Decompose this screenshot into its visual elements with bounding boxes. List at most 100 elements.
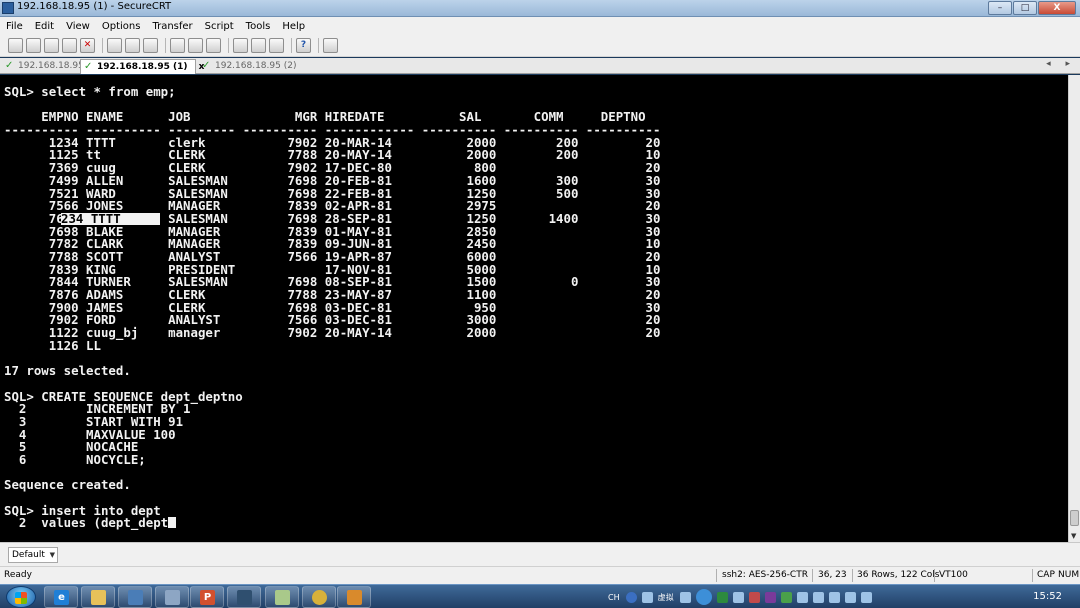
status-bar: Ready ssh2: AES-256-CTR 36, 23 36 Rows, … [0,566,1080,584]
input-method-icon[interactable] [641,591,653,603]
disconnect-icon[interactable]: ✕ [80,38,95,53]
status-divider [812,569,813,582]
clock: 15:52 [1033,591,1062,602]
vertical-scrollbar[interactable]: ▼ [1068,75,1080,542]
session-tab-bar: ✓ 192.168.18.95 ✓ 192.168.18.95 (1) x ✓ … [0,58,1080,74]
status-divider [1032,569,1033,582]
menu-options[interactable]: Options [102,21,141,32]
tab-session-3[interactable]: ✓ 192.168.18.95 (2) [199,59,296,74]
print-selection-icon[interactable] [188,38,203,53]
status-divider [852,569,853,582]
tray-text: 虚拟 [657,592,674,602]
securecrt-app-icon[interactable] [2,2,14,14]
tray-app-icon[interactable] [679,591,691,603]
media-icon[interactable] [118,586,152,608]
tab-label: 192.168.18.95 (2) [215,61,297,71]
power-icon[interactable] [860,591,872,603]
tray-app-icon-3[interactable] [812,591,824,603]
windows-logo-icon [15,592,27,604]
copy-icon[interactable] [107,38,122,53]
tab-session-1[interactable]: ✓ 192.168.18.95 [2,59,84,74]
paste-icon[interactable] [125,38,140,53]
status-caps: CAP [1037,570,1055,580]
toolbar-separator [291,38,292,53]
quick-connect-icon[interactable] [26,38,41,53]
security-icon[interactable] [780,591,792,603]
menu-help[interactable]: Help [282,21,305,32]
status-ready: Ready [4,570,32,580]
status-emulation: VT100 [939,570,968,580]
window-title: 192.168.18.95 (1) - SecureCRT [17,1,172,12]
notepad-icon[interactable] [265,586,299,608]
command-bar: Default ▼ [0,542,1080,566]
tab-label: 192.168.18.95 [18,61,84,71]
terminal-line: SQL> select * from emp; [4,84,176,99]
close-button[interactable]: X [1038,1,1076,15]
toolbar: ✕ ? [0,35,1080,57]
ie-icon[interactable]: e [44,586,78,608]
status-divider [934,569,935,582]
chevron-down-icon: ▼ [49,551,55,559]
tab-scroll-arrows[interactable]: ◂ ▸ [1046,59,1076,69]
terminal-line: 2 values (dept_dept [4,517,660,530]
start-button[interactable] [6,586,36,608]
window-controls: – □ X [987,1,1076,15]
sftp-icon[interactable] [323,38,338,53]
onenote-icon[interactable] [764,591,776,603]
menu-edit[interactable]: Edit [35,21,54,32]
menu-bar: File Edit View Options Transfer Script T… [0,17,1080,35]
print-icon[interactable] [170,38,185,53]
connect-icon[interactable] [8,38,23,53]
status-cursor-position: 36, 23 [818,570,847,580]
terminal-line: 6 NOCYCLE; [4,451,146,467]
maximize-button[interactable]: □ [1013,1,1037,15]
flag-icon[interactable] [844,591,856,603]
scroll-down-icon[interactable]: ▼ [1071,532,1076,540]
find-icon[interactable] [143,38,158,53]
app-icon[interactable] [155,586,189,608]
explorer-icon[interactable] [81,586,115,608]
toolbar-separator [228,38,229,53]
network-icon[interactable] [748,591,760,603]
menu-view[interactable]: View [66,21,90,32]
tray-language[interactable]: CH [608,593,620,602]
menu-transfer[interactable]: Transfer [152,21,192,32]
reconnect-icon[interactable] [62,38,77,53]
selected-text: 234 TTTT [61,211,144,226]
menu-tools[interactable]: Tools [246,21,271,32]
securecrt-icon[interactable] [227,586,261,608]
session-options-icon[interactable] [233,38,248,53]
menu-script[interactable]: Script [205,21,234,32]
session-dropdown-value: Default [12,550,45,560]
status-cipher: ssh2: AES-256-CTR [722,570,808,580]
printer-setup-icon[interactable] [206,38,221,53]
help-icon[interactable]: ? [296,38,311,53]
minimize-button[interactable]: – [988,1,1012,15]
powerpoint-icon[interactable]: P [190,586,224,608]
global-options-icon[interactable] [251,38,266,53]
session-dropdown[interactable]: Default ▼ [8,547,58,563]
terminal-output: SQL> select * from emp; EMPNO ENAME JOB … [4,84,660,530]
terminal-screen[interactable]: SQL> select * from emp; EMPNO ENAME JOB … [0,75,1068,542]
chrome-icon[interactable] [302,586,336,608]
people-icon[interactable] [337,586,371,608]
vmware-icon[interactable] [716,591,728,603]
status-divider [716,569,717,582]
toolbar-separator [165,38,166,53]
volume-icon[interactable] [732,591,744,603]
terminal-line: 1126 LL [4,337,101,353]
tray-app-icon-4[interactable] [828,591,840,603]
scrollbar-thumb[interactable] [1070,510,1079,526]
toolbar-separator [318,38,319,53]
tab-session-2[interactable]: ✓ 192.168.18.95 (1) x [80,59,204,74]
tray-app-icon-2[interactable] [796,591,808,603]
help-tray-icon[interactable] [625,591,637,603]
keymap-icon[interactable] [269,38,284,53]
connected-check-icon: ✓ [5,60,14,71]
connected-check-icon: ✓ [84,61,93,72]
connect-tab-icon[interactable] [44,38,59,53]
terminal-cursor [168,517,177,529]
windows-taskbar: e P CH 虚拟 15:52 [0,584,1080,608]
browser-tray-icon[interactable] [695,589,712,605]
menu-file[interactable]: File [6,21,23,32]
